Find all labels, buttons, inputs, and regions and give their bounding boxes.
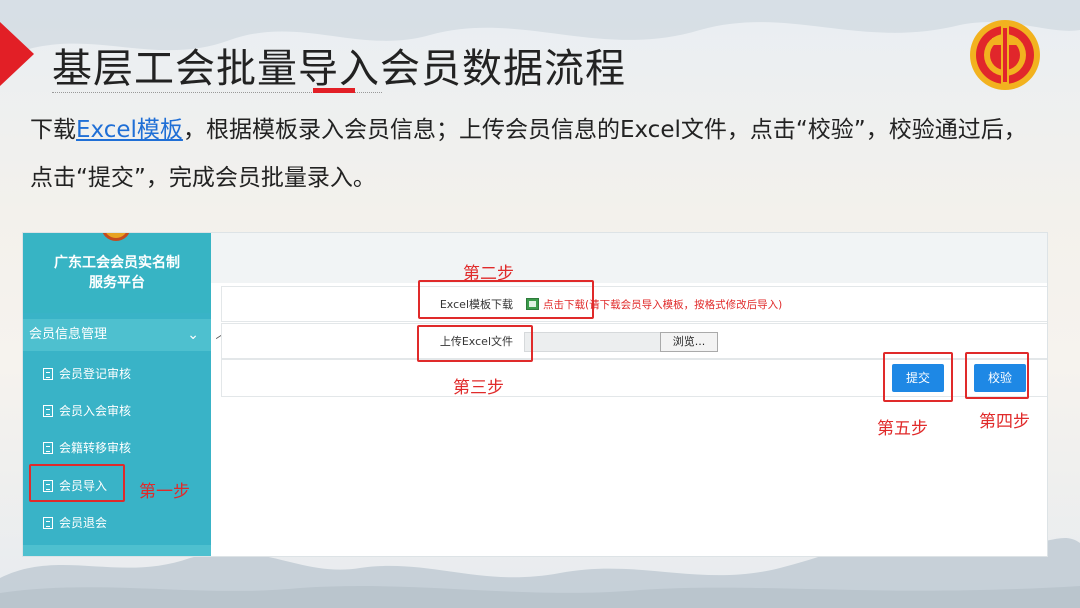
- document-icon: [43, 368, 53, 380]
- intro-text-prefix: 下载: [30, 117, 76, 143]
- document-icon: [43, 405, 53, 417]
- file-path-input[interactable]: [524, 332, 662, 352]
- menu-group-label: 会员信息管理: [29, 327, 108, 342]
- step-five-label: 第五步: [877, 419, 928, 439]
- step-two-label: 第二步: [463, 264, 514, 284]
- document-icon: [43, 442, 53, 454]
- page-title: 基层工会批量导入会员数据流程: [52, 46, 626, 92]
- highlight-member-import: [29, 464, 125, 502]
- sidebar-item-member-withdraw[interactable]: 会员退会: [23, 508, 211, 538]
- brand-title: 广东工会会员实名制服务平台: [23, 233, 211, 313]
- app-screenshot: 广东工会会员实名制服务平台 会员信息管理 ⌄ ︿ 会员登记审核 会员入会审核 会…: [22, 232, 1048, 557]
- excel-template-link[interactable]: Excel模板: [76, 117, 183, 143]
- highlight-submit: [883, 352, 953, 402]
- menu-group-member-info[interactable]: 会员信息管理 ⌄: [23, 319, 211, 351]
- highlight-template-download: [418, 280, 594, 319]
- sidebar-item-label: 会籍转移审核: [59, 441, 132, 455]
- sidebar-item-join-review[interactable]: 会员入会审核: [23, 396, 211, 426]
- step-four-label: 第四步: [979, 412, 1030, 432]
- sidebar-item-transfer-review[interactable]: 会籍转移审核: [23, 433, 211, 463]
- document-icon: [43, 517, 53, 529]
- title-accent-bar: [313, 88, 355, 93]
- template-download-row: Excel模板下载 点击下载(请下载会员导入模板，按格式修改后导入): [221, 286, 1047, 322]
- step-one-label: 第一步: [139, 482, 190, 502]
- sidebar-item-label: 会员登记审核: [59, 367, 132, 381]
- browse-button[interactable]: 浏览...: [660, 332, 718, 352]
- brand-logo-icon: [101, 233, 131, 241]
- sidebar-item-register-review[interactable]: 会员登记审核: [23, 359, 211, 389]
- menu-group-next[interactable]: [23, 545, 211, 556]
- chevron-down-icon: ⌄: [187, 327, 199, 343]
- highlight-upload: [417, 325, 533, 362]
- sidebar-item-label: 会员入会审核: [59, 404, 132, 418]
- union-logo-icon: [970, 20, 1040, 90]
- brand-title-text: 广东工会会员实名制服务平台: [54, 255, 180, 291]
- sidebar-item-label: 会员退会: [59, 516, 108, 530]
- title-arrow-decoration: [0, 22, 34, 86]
- content-header: [211, 233, 1047, 283]
- highlight-verify: [965, 352, 1029, 399]
- step-three-label: 第三步: [453, 378, 504, 398]
- intro-paragraph: 下载Excel模板，根据模板录入会员信息；上传会员信息的Excel文件，点击“校…: [30, 106, 1040, 202]
